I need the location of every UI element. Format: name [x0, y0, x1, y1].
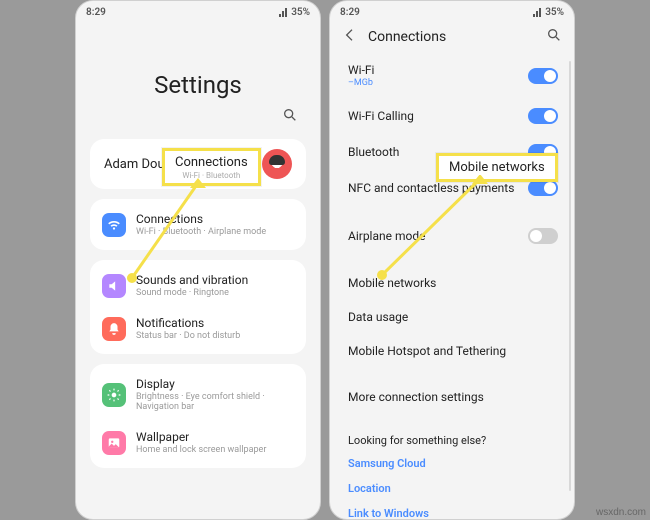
row-notifications[interactable]: Notifications Status bar · Do not distur…: [90, 307, 306, 350]
signal-icon: [279, 7, 289, 17]
row-label: Wi-Fi Calling: [348, 109, 414, 123]
row-sub: Wi-Fi · Bluetooth · Airplane mode: [136, 227, 266, 237]
status-battery: 35%: [545, 7, 564, 18]
row-label: Airplane mode: [348, 229, 425, 243]
status-time: 8:29: [340, 7, 360, 18]
signal-icon: [533, 7, 543, 17]
watermark: wsxdn.com: [596, 507, 646, 518]
looking-label: Looking for something else?: [344, 426, 562, 451]
row-title: Connections: [136, 212, 266, 226]
avatar: [262, 149, 292, 179]
row-label: Wi-Fi: [348, 63, 374, 77]
page-title: Connections: [368, 29, 536, 45]
sound-icon: [102, 274, 126, 298]
callout-connections: Connections Wi-Fi · Bluetooth: [162, 148, 261, 186]
row-sub: Home and lock screen wallpaper: [136, 445, 266, 455]
status-right: 35%: [533, 7, 564, 18]
scrollbar[interactable]: [569, 61, 571, 491]
row-title: Wallpaper: [136, 430, 266, 444]
row-title: Display: [136, 377, 294, 391]
bell-icon: [102, 317, 126, 341]
settings-card-2: Sounds and vibration Sound mode · Ringto…: [90, 260, 306, 354]
row-sub: Brightness · Eye comfort shield · Naviga…: [136, 392, 294, 412]
link-location[interactable]: Location: [344, 476, 562, 501]
row-connections[interactable]: Connections Wi-Fi · Bluetooth · Airplane…: [90, 203, 306, 246]
wifi-icon: [102, 213, 126, 237]
row-mobile-networks[interactable]: Mobile networks: [344, 266, 562, 300]
callout-sub: Wi-Fi · Bluetooth: [175, 171, 248, 180]
row-title: Notifications: [136, 316, 240, 330]
callout-title: Mobile networks: [449, 160, 545, 175]
row-label: NFC and contactless payments: [348, 181, 514, 195]
search-icon[interactable]: [282, 107, 298, 127]
link-windows[interactable]: Link to Windows: [344, 501, 562, 520]
search-icon[interactable]: [546, 27, 562, 47]
sun-icon: [102, 383, 126, 407]
status-bar: 8:29 35%: [330, 1, 574, 23]
phone-settings: 8:29 35% Settings Adam Doud Connections …: [75, 0, 321, 520]
toggle-on[interactable]: [528, 180, 558, 196]
row-data-usage[interactable]: Data usage: [344, 300, 562, 334]
row-wifi-calling[interactable]: Wi-Fi Calling: [344, 98, 562, 134]
toggle-on[interactable]: [528, 68, 558, 84]
callout-title: Connections: [175, 155, 248, 170]
status-right: 35%: [279, 7, 310, 18]
page-title: Settings: [76, 71, 320, 99]
row-label: Mobile networks: [348, 276, 436, 290]
toggle-on[interactable]: [528, 108, 558, 124]
row-display[interactable]: Display Brightness · Eye comfort shield …: [90, 368, 306, 421]
row-wallpaper[interactable]: Wallpaper Home and lock screen wallpaper: [90, 421, 306, 464]
back-icon[interactable]: [342, 27, 358, 47]
row-label: Mobile Hotspot and Tethering: [348, 344, 506, 358]
status-battery: 35%: [291, 7, 310, 18]
image-icon: [102, 431, 126, 455]
row-more-conn[interactable]: More connection settings: [344, 380, 562, 414]
settings-card-1: Connections Wi-Fi · Bluetooth · Airplane…: [90, 199, 306, 250]
row-airplane[interactable]: Airplane mode: [344, 218, 562, 254]
title-bar: Connections: [330, 23, 574, 53]
phone-connections: 8:29 35% Connections Wi-Fi–MGb Wi-Fi Cal…: [329, 0, 575, 520]
row-label: Data usage: [348, 310, 408, 324]
callout-mobile-networks: Mobile networks: [436, 153, 558, 182]
row-sub: Sound mode · Ringtone: [136, 288, 248, 298]
toggle-off[interactable]: [528, 228, 558, 244]
row-label: Bluetooth: [348, 145, 399, 159]
row-label: More connection settings: [348, 390, 484, 404]
row-sounds[interactable]: Sounds and vibration Sound mode · Ringto…: [90, 264, 306, 307]
settings-card-3: Display Brightness · Eye comfort shield …: [90, 364, 306, 468]
status-bar: 8:29 35%: [76, 1, 320, 23]
row-wifi[interactable]: Wi-Fi–MGb: [344, 53, 562, 98]
status-time: 8:29: [86, 7, 106, 18]
row-sub: –MGb: [348, 78, 374, 88]
row-hotspot[interactable]: Mobile Hotspot and Tethering: [344, 334, 562, 368]
row-title: Sounds and vibration: [136, 273, 248, 287]
link-samsung-cloud[interactable]: Samsung Cloud: [344, 451, 562, 476]
row-sub: Status bar · Do not disturb: [136, 331, 240, 341]
